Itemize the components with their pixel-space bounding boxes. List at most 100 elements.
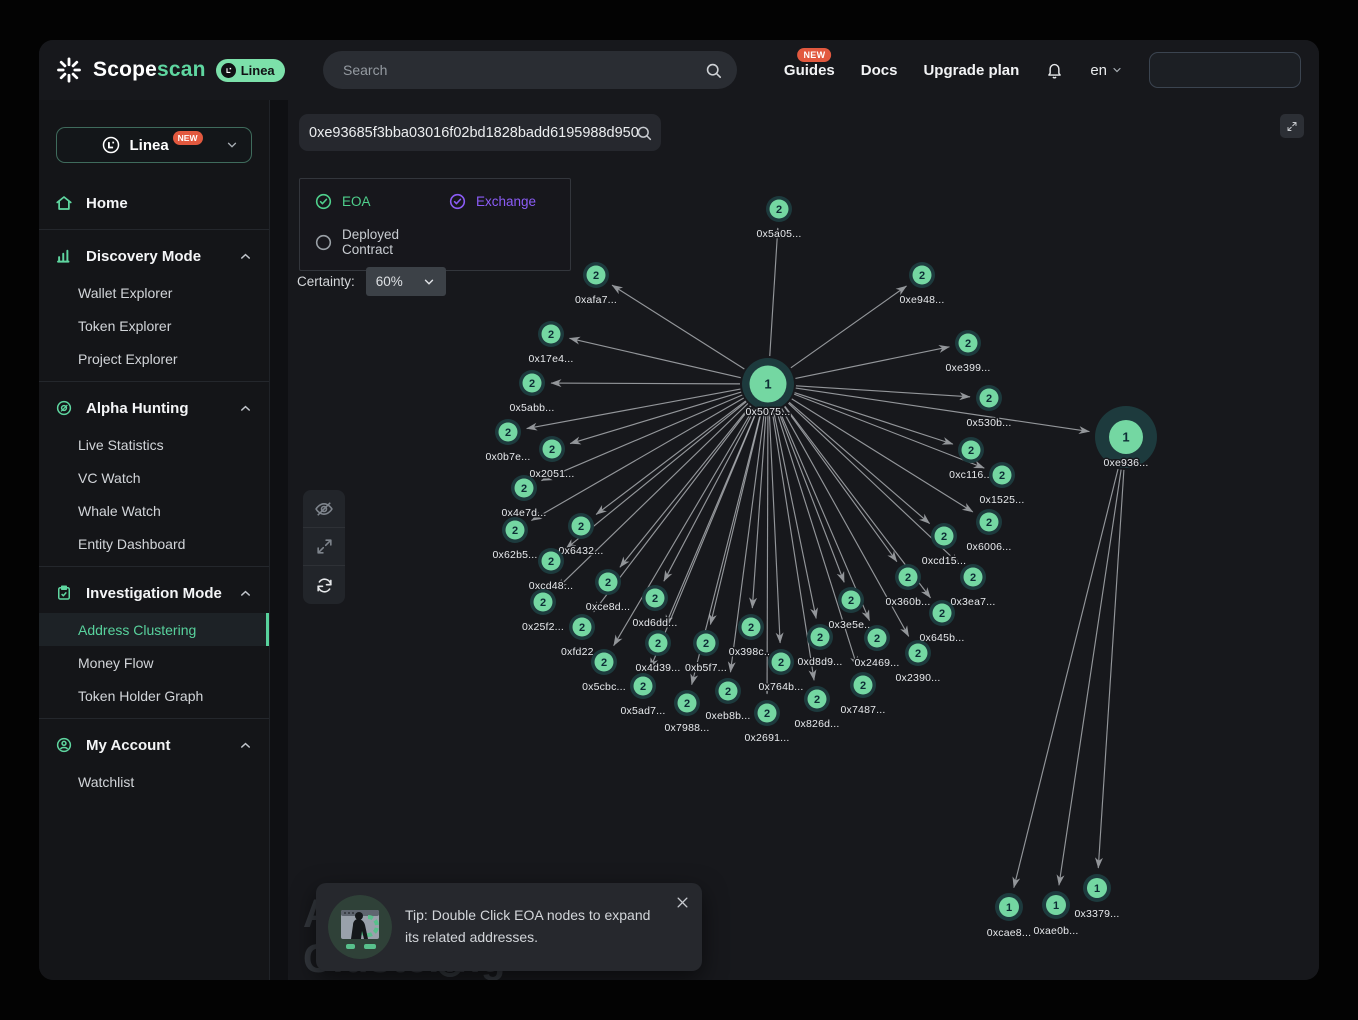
node-cluster-count: 2	[986, 517, 992, 529]
chain-selector[interactable]: Linea NEW	[56, 127, 252, 163]
graph-node[interactable]: 10xae0b...	[1034, 891, 1079, 937]
eye-off-button[interactable]	[303, 490, 345, 528]
wallet-connect-button[interactable]	[1149, 52, 1301, 88]
graph-node[interactable]: 20xcd15...	[922, 523, 966, 567]
sidebar-item-token-explorer[interactable]: Token Explorer	[39, 309, 269, 342]
close-icon[interactable]	[673, 893, 692, 912]
graph-node[interactable]: 20x25f2...	[522, 589, 564, 633]
node-label: 0xd6dd...	[633, 617, 678, 629]
refresh-icon	[315, 576, 334, 595]
graph-node[interactable]: 20xce8d...	[586, 569, 630, 613]
search-input[interactable]	[341, 61, 704, 79]
graph-node[interactable]: 20x4e7d...	[502, 475, 547, 519]
graph-node[interactable]: 20x6006...	[967, 509, 1012, 553]
legend-item-exchange[interactable]: Exchange	[448, 192, 556, 211]
graph-node[interactable]: 20x6432...	[559, 513, 604, 557]
search-icon[interactable]	[635, 124, 653, 142]
sidebar: Linea NEW Home Discovery ModeWallet Explo…	[39, 100, 270, 980]
graph-node[interactable]: 10x5075...	[742, 358, 794, 418]
sidebar-item-whale-watch[interactable]: Whale Watch	[39, 494, 269, 527]
node-cluster-count: 2	[848, 595, 854, 607]
nav-guides[interactable]: NEWGuides	[784, 62, 835, 79]
node-label: 0x25f2...	[522, 621, 564, 633]
graph-edge	[795, 393, 953, 444]
node-label: 0x3ea7...	[951, 596, 996, 608]
node-label: 0x7487...	[841, 704, 886, 716]
sidebar-item-live-statistics[interactable]: Live Statistics	[39, 428, 269, 461]
graph-node[interactable]: 20x17e4...	[529, 321, 574, 365]
graph-node[interactable]: 20x5ad7...	[621, 673, 666, 717]
sidebar-item-address-clustering[interactable]: Address Clustering	[39, 613, 269, 646]
nav-docs[interactable]: Docs	[861, 62, 898, 79]
node-cluster-count: 1	[1006, 902, 1012, 914]
refresh-button[interactable]	[303, 566, 345, 604]
graph-node[interactable]: 20xe948...	[900, 262, 945, 306]
node-cluster-count: 2	[970, 572, 976, 584]
graph-node[interactable]: 20x2051...	[530, 436, 575, 480]
graph-node[interactable]: 10x3379...	[1075, 874, 1120, 920]
sidebar-item-money-flow[interactable]: Money Flow	[39, 646, 269, 679]
new-badge: NEW	[797, 48, 831, 62]
graph-node[interactable]: 20x5abb...	[510, 370, 555, 414]
new-badge: NEW	[173, 131, 203, 145]
legend-item-eoa[interactable]: EOA	[314, 192, 448, 211]
graph-node[interactable]: 20x2691...	[745, 700, 790, 744]
graph-edge	[570, 392, 741, 443]
legend-label: Deployed Contract	[342, 227, 448, 257]
sidebar-section-investigation-mode[interactable]: Investigation Mode	[39, 573, 269, 613]
node-label: 0xc116...	[949, 469, 993, 481]
header-nav: NEWGuides Docs Upgrade plan en	[784, 40, 1301, 100]
graph-node[interactable]: 20x5a05...	[757, 196, 802, 240]
graph-node[interactable]: 20x360b...	[886, 564, 931, 608]
sidebar-item-wallet-explorer[interactable]: Wallet Explorer	[39, 276, 269, 309]
graph-node[interactable]: 2 0x3ea7...	[951, 564, 996, 608]
sidebar-item-watchlist[interactable]: Watchlist	[39, 765, 269, 798]
graph-node[interactable]: 20xeb8b...	[706, 678, 751, 722]
bell-icon[interactable]	[1045, 61, 1064, 80]
graph-node[interactable]: 10xcae8...	[987, 893, 1031, 939]
graph-node[interactable]: 20xe399...	[946, 330, 991, 374]
graph-node[interactable]: 2 0xc116...	[949, 437, 993, 481]
graph-edge	[792, 399, 973, 512]
sidebar-item-home[interactable]: Home	[39, 183, 269, 223]
graph-node[interactable]: 20x0b7e...	[486, 419, 531, 463]
sidebar-section-alpha-hunting[interactable]: Alpha Hunting	[39, 388, 269, 428]
graph-node[interactable]: 20xafa7...	[575, 262, 617, 306]
graph-node[interactable]: 20x7988...	[665, 690, 710, 734]
node-cluster-count: 2	[939, 608, 945, 620]
node-cluster-count: 2	[919, 270, 925, 282]
sidebar-item-vc-watch[interactable]: VC Watch	[39, 461, 269, 494]
search-icon[interactable]	[704, 61, 723, 80]
graph-node[interactable]: 20xd6dd...	[633, 585, 678, 629]
node-cluster-count: 2	[764, 708, 770, 720]
certainty-dropdown[interactable]: 60%	[366, 267, 446, 296]
sidebar-section-my-account[interactable]: My Account	[39, 725, 269, 765]
node-cluster-count: 2	[814, 694, 820, 706]
node-label: 0x2390...	[896, 672, 941, 684]
nav-upgrade-plan[interactable]: Upgrade plan	[923, 62, 1019, 79]
legend-item-deployed-contract[interactable]: Deployed Contract	[314, 227, 448, 257]
graph-node[interactable]: 20x2469...	[855, 625, 900, 669]
graph-node[interactable]: 20x530b...	[967, 385, 1012, 429]
graph-node[interactable]: 20x7487...	[841, 672, 886, 716]
node-label: 0xe399...	[946, 362, 991, 374]
node-label: 0xd8d9...	[798, 656, 843, 668]
graph-node[interactable]: 20x62b5...	[493, 517, 538, 561]
graph-canvas[interactable]: Address Clustering 10x5075...10xe936...2…	[288, 100, 1319, 980]
graph-node[interactable]: 10xe936...	[1095, 406, 1157, 469]
sidebar-item-project-explorer[interactable]: Project Explorer	[39, 342, 269, 375]
node-cluster-count: 2	[968, 445, 974, 457]
graph-node[interactable]: 20xb5f7...	[685, 630, 727, 674]
sidebar-item-token-holder-graph[interactable]: Token Holder Graph	[39, 679, 269, 712]
sidebar-section-discovery-mode[interactable]: Discovery Mode	[39, 236, 269, 276]
fullscreen-button[interactable]	[1280, 114, 1304, 138]
sidebar-section-label: Investigation Mode	[86, 585, 222, 602]
linea-icon	[101, 135, 121, 155]
address-input[interactable]	[299, 125, 659, 141]
graph-node[interactable]: 20x4d39...	[636, 630, 681, 674]
graph-node[interactable]: 20x3e5e...	[829, 587, 874, 631]
graph-node[interactable]: 20x2390...	[896, 640, 941, 684]
expand-button[interactable]	[303, 528, 345, 566]
language-selector[interactable]: en	[1090, 62, 1123, 79]
sidebar-item-entity-dashboard[interactable]: Entity Dashboard	[39, 527, 269, 560]
